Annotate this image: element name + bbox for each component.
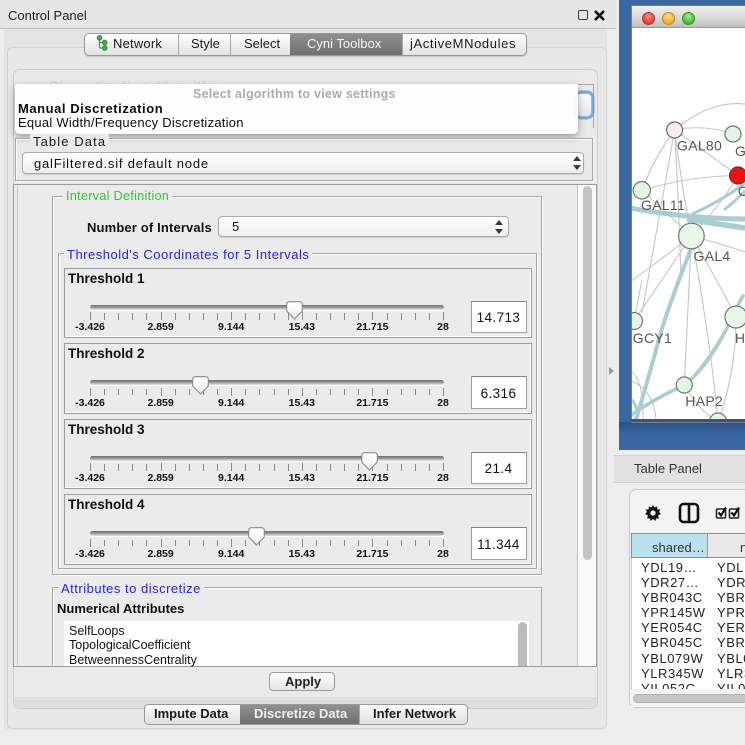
svg-text:GAL4: GAL4 [694, 248, 731, 264]
svg-text:GCY1: GCY1 [633, 330, 672, 346]
svg-text:HAP2: HAP2 [685, 393, 723, 409]
svg-text:GAL80: GAL80 [677, 138, 722, 154]
svg-text:GAL11: GAL11 [641, 197, 685, 213]
svg-text:H: H [735, 330, 745, 346]
svg-text:GA: GA [735, 143, 745, 159]
svg-text:C: C [738, 183, 745, 199]
